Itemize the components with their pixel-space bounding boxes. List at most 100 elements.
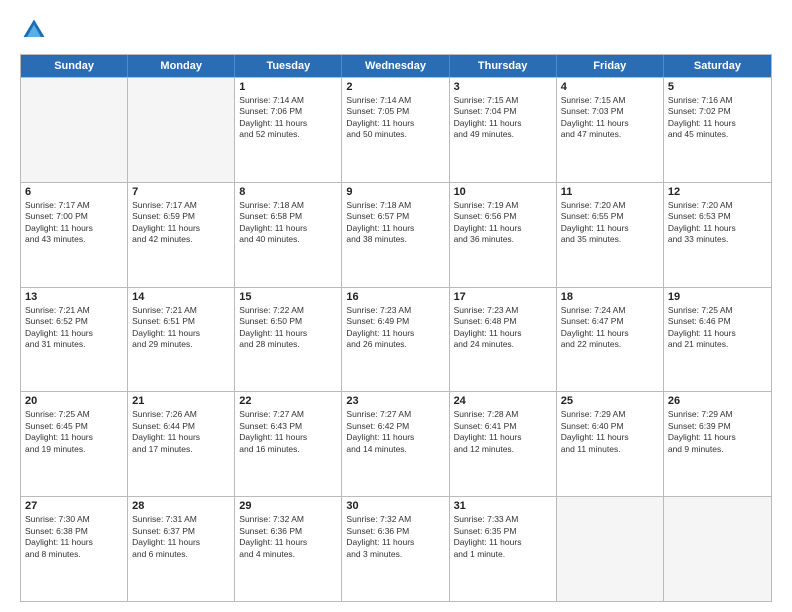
calendar-cell: 12 Sunrise: 7:20 AM Sunset: 6:53 PM Dayli…: [664, 183, 771, 287]
calendar-cell: 6Sunrise: 7:17 AM Sunset: 7:00 PM Daylig…: [21, 183, 128, 287]
calendar-cell: 30 Sunrise: 7:32 AM Sunset: 6:36 PM Dayli…: [342, 497, 449, 601]
day-info: Sunrise: 7:27 AM Sunset: 6:42 PM Dayligh…: [346, 409, 444, 455]
day-number: 9: [346, 186, 444, 198]
calendar-cell: 18 Sunrise: 7:24 AM Sunset: 6:47 PM Dayli…: [557, 288, 664, 392]
day-info: Sunrise: 7:14 AM Sunset: 7:06 PM Dayligh…: [239, 95, 337, 141]
calendar-cell: [128, 78, 235, 182]
day-info: Sunrise: 7:21 AM Sunset: 6:52 PM Dayligh…: [25, 305, 123, 351]
calendar-week-1: 1 Sunrise: 7:14 AM Sunset: 7:06 PM Daylig…: [21, 77, 771, 182]
calendar-cell: 8Sunrise: 7:18 AM Sunset: 6:58 PM Daylig…: [235, 183, 342, 287]
day-number: 16: [346, 291, 444, 303]
day-info: Sunrise: 7:33 AM Sunset: 6:35 PM Dayligh…: [454, 514, 552, 560]
header-cell-tuesday: Tuesday: [235, 55, 342, 77]
header: [20, 16, 772, 44]
calendar-cell: 24 Sunrise: 7:28 AM Sunset: 6:41 PM Dayli…: [450, 392, 557, 496]
calendar-cell: 21 Sunrise: 7:26 AM Sunset: 6:44 PM Dayli…: [128, 392, 235, 496]
day-info: Sunrise: 7:20 AM Sunset: 6:55 PM Dayligh…: [561, 200, 659, 246]
day-number: 12: [668, 186, 767, 198]
day-number: 6: [25, 186, 123, 198]
day-number: 22: [239, 395, 337, 407]
day-number: 5: [668, 81, 767, 93]
day-number: 25: [561, 395, 659, 407]
calendar-cell: 14Sunrise: 7:21 AM Sunset: 6:51 PM Dayli…: [128, 288, 235, 392]
day-number: 11: [561, 186, 659, 198]
calendar-cell: 19 Sunrise: 7:25 AM Sunset: 6:46 PM Dayli…: [664, 288, 771, 392]
day-number: 28: [132, 500, 230, 512]
day-number: 21: [132, 395, 230, 407]
day-info: Sunrise: 7:15 AM Sunset: 7:04 PM Dayligh…: [454, 95, 552, 141]
header-cell-friday: Friday: [557, 55, 664, 77]
day-info: Sunrise: 7:17 AM Sunset: 6:59 PM Dayligh…: [132, 200, 230, 246]
day-number: 30: [346, 500, 444, 512]
header-cell-saturday: Saturday: [664, 55, 771, 77]
day-number: 26: [668, 395, 767, 407]
calendar-cell: 31Sunrise: 7:33 AM Sunset: 6:35 PM Dayli…: [450, 497, 557, 601]
calendar-body: 1 Sunrise: 7:14 AM Sunset: 7:06 PM Daylig…: [21, 77, 771, 601]
header-cell-monday: Monday: [128, 55, 235, 77]
calendar-cell: 23Sunrise: 7:27 AM Sunset: 6:42 PM Dayli…: [342, 392, 449, 496]
calendar-cell: 1 Sunrise: 7:14 AM Sunset: 7:06 PM Daylig…: [235, 78, 342, 182]
day-info: Sunrise: 7:32 AM Sunset: 6:36 PM Dayligh…: [346, 514, 444, 560]
day-info: Sunrise: 7:21 AM Sunset: 6:51 PM Dayligh…: [132, 305, 230, 351]
day-info: Sunrise: 7:29 AM Sunset: 6:39 PM Dayligh…: [668, 409, 767, 455]
day-number: 29: [239, 500, 337, 512]
day-info: Sunrise: 7:30 AM Sunset: 6:38 PM Dayligh…: [25, 514, 123, 560]
calendar-cell: 22 Sunrise: 7:27 AM Sunset: 6:43 PM Dayli…: [235, 392, 342, 496]
day-number: 4: [561, 81, 659, 93]
day-info: Sunrise: 7:27 AM Sunset: 6:43 PM Dayligh…: [239, 409, 337, 455]
day-number: 3: [454, 81, 552, 93]
calendar-cell: 17Sunrise: 7:23 AM Sunset: 6:48 PM Dayli…: [450, 288, 557, 392]
day-info: Sunrise: 7:25 AM Sunset: 6:45 PM Dayligh…: [25, 409, 123, 455]
day-info: Sunrise: 7:15 AM Sunset: 7:03 PM Dayligh…: [561, 95, 659, 141]
calendar-week-2: 6Sunrise: 7:17 AM Sunset: 7:00 PM Daylig…: [21, 182, 771, 287]
day-info: Sunrise: 7:25 AM Sunset: 6:46 PM Dayligh…: [668, 305, 767, 351]
calendar-cell: [664, 497, 771, 601]
calendar-week-4: 20 Sunrise: 7:25 AM Sunset: 6:45 PM Dayli…: [21, 391, 771, 496]
header-cell-sunday: Sunday: [21, 55, 128, 77]
day-info: Sunrise: 7:29 AM Sunset: 6:40 PM Dayligh…: [561, 409, 659, 455]
calendar-cell: 25 Sunrise: 7:29 AM Sunset: 6:40 PM Dayli…: [557, 392, 664, 496]
day-number: 7: [132, 186, 230, 198]
day-info: Sunrise: 7:24 AM Sunset: 6:47 PM Dayligh…: [561, 305, 659, 351]
calendar-cell: 9Sunrise: 7:18 AM Sunset: 6:57 PM Daylig…: [342, 183, 449, 287]
day-number: 10: [454, 186, 552, 198]
calendar-cell: 26 Sunrise: 7:29 AM Sunset: 6:39 PM Dayli…: [664, 392, 771, 496]
calendar-cell: 20 Sunrise: 7:25 AM Sunset: 6:45 PM Dayli…: [21, 392, 128, 496]
calendar-cell: 11 Sunrise: 7:20 AM Sunset: 6:55 PM Dayli…: [557, 183, 664, 287]
header-cell-wednesday: Wednesday: [342, 55, 449, 77]
calendar-cell: 29 Sunrise: 7:32 AM Sunset: 6:36 PM Dayli…: [235, 497, 342, 601]
day-info: Sunrise: 7:32 AM Sunset: 6:36 PM Dayligh…: [239, 514, 337, 560]
logo-icon: [20, 16, 48, 44]
day-number: 1: [239, 81, 337, 93]
day-number: 15: [239, 291, 337, 303]
calendar-cell: [21, 78, 128, 182]
calendar-header-row: SundayMondayTuesdayWednesdayThursdayFrid…: [21, 55, 771, 77]
day-info: Sunrise: 7:16 AM Sunset: 7:02 PM Dayligh…: [668, 95, 767, 141]
calendar-cell: 28 Sunrise: 7:31 AM Sunset: 6:37 PM Dayli…: [128, 497, 235, 601]
calendar-cell: [557, 497, 664, 601]
day-info: Sunrise: 7:31 AM Sunset: 6:37 PM Dayligh…: [132, 514, 230, 560]
day-number: 27: [25, 500, 123, 512]
day-info: Sunrise: 7:19 AM Sunset: 6:56 PM Dayligh…: [454, 200, 552, 246]
day-info: Sunrise: 7:23 AM Sunset: 6:48 PM Dayligh…: [454, 305, 552, 351]
day-number: 24: [454, 395, 552, 407]
day-number: 18: [561, 291, 659, 303]
day-number: 13: [25, 291, 123, 303]
day-number: 19: [668, 291, 767, 303]
calendar-cell: 13 Sunrise: 7:21 AM Sunset: 6:52 PM Dayli…: [21, 288, 128, 392]
calendar-cell: 10 Sunrise: 7:19 AM Sunset: 6:56 PM Dayli…: [450, 183, 557, 287]
day-number: 20: [25, 395, 123, 407]
day-info: Sunrise: 7:14 AM Sunset: 7:05 PM Dayligh…: [346, 95, 444, 141]
page: SundayMondayTuesdayWednesdayThursdayFrid…: [0, 0, 792, 612]
calendar: SundayMondayTuesdayWednesdayThursdayFrid…: [20, 54, 772, 602]
calendar-week-5: 27 Sunrise: 7:30 AM Sunset: 6:38 PM Dayli…: [21, 496, 771, 601]
day-info: Sunrise: 7:20 AM Sunset: 6:53 PM Dayligh…: [668, 200, 767, 246]
day-number: 2: [346, 81, 444, 93]
day-info: Sunrise: 7:28 AM Sunset: 6:41 PM Dayligh…: [454, 409, 552, 455]
calendar-cell: 16Sunrise: 7:23 AM Sunset: 6:49 PM Dayli…: [342, 288, 449, 392]
logo: [20, 16, 52, 44]
day-info: Sunrise: 7:26 AM Sunset: 6:44 PM Dayligh…: [132, 409, 230, 455]
calendar-cell: 4 Sunrise: 7:15 AM Sunset: 7:03 PM Daylig…: [557, 78, 664, 182]
calendar-cell: 7 Sunrise: 7:17 AM Sunset: 6:59 PM Daylig…: [128, 183, 235, 287]
calendar-cell: 27 Sunrise: 7:30 AM Sunset: 6:38 PM Dayli…: [21, 497, 128, 601]
